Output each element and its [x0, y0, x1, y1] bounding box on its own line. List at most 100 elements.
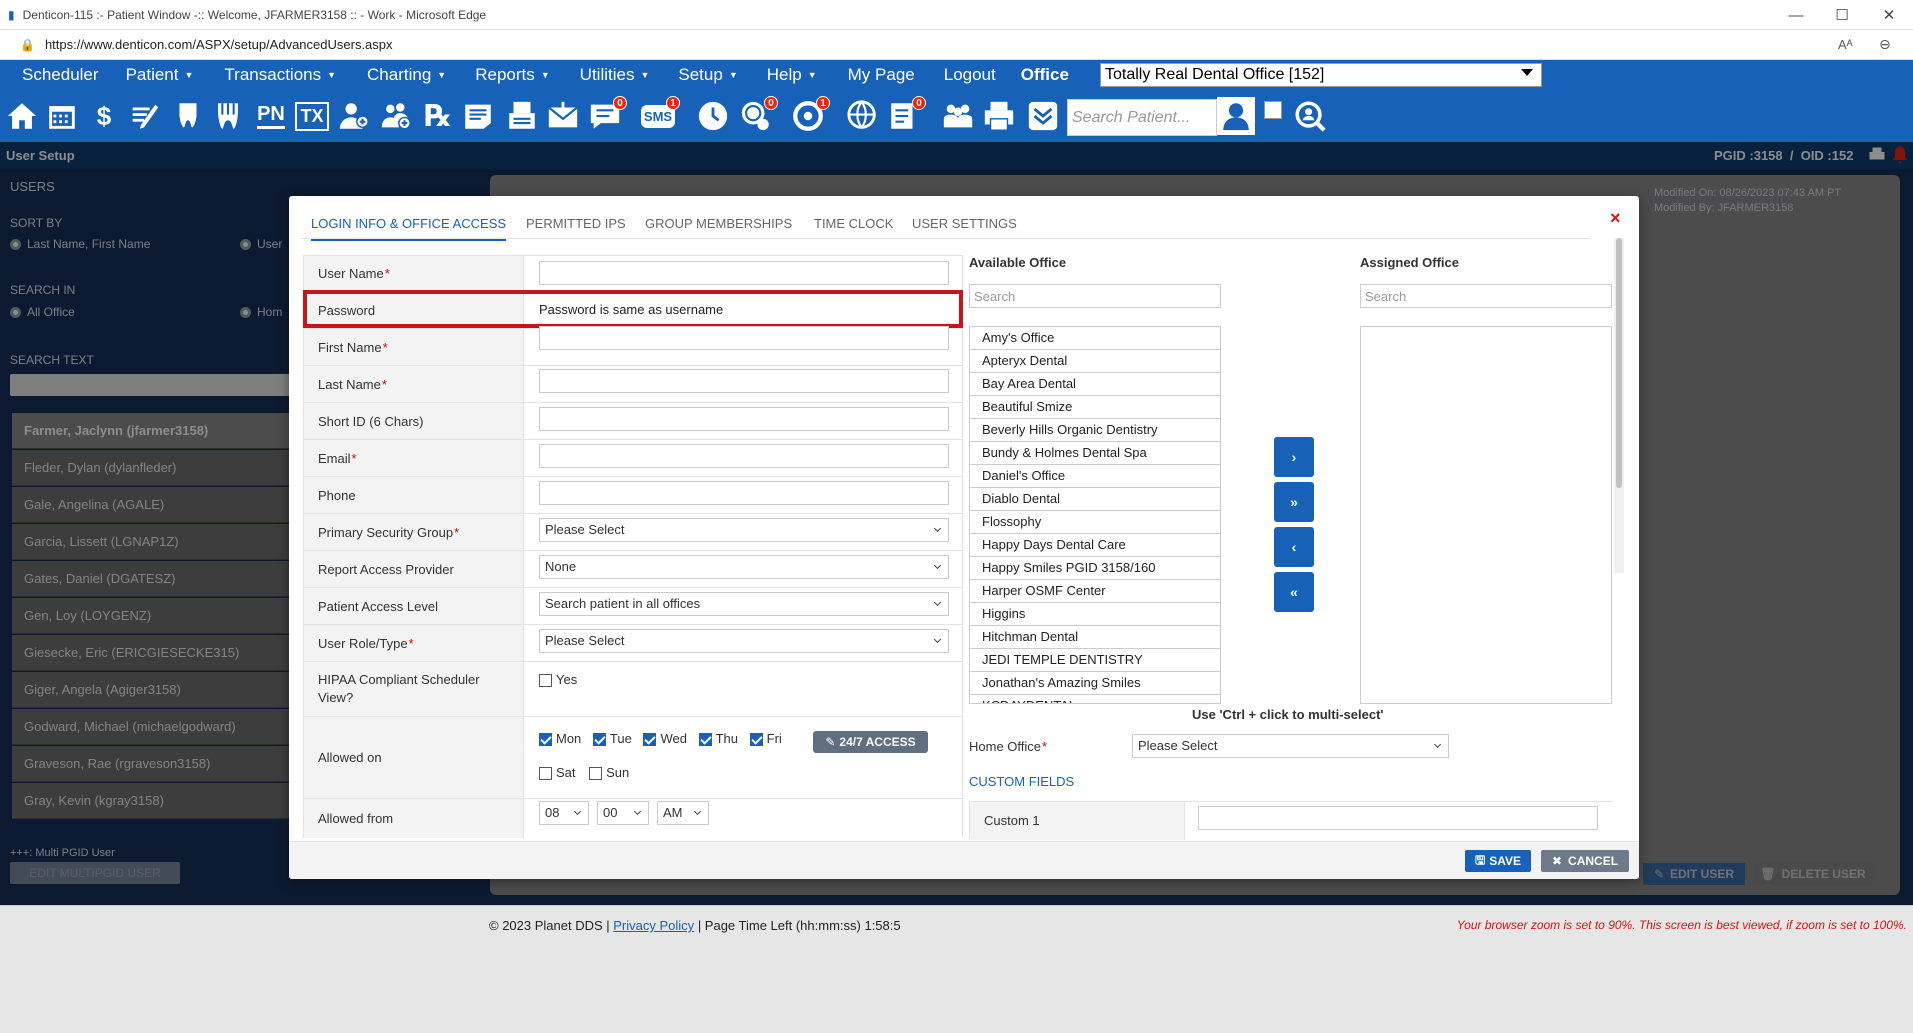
tx-icon[interactable]: TX	[294, 98, 330, 134]
office-list-item[interactable]: Beautiful Smize	[970, 396, 1220, 419]
prescription-icon[interactable]: ℞	[420, 98, 456, 134]
collapse-icon[interactable]	[1025, 98, 1061, 134]
patient-access-select[interactable]: Search patient in all offices	[539, 592, 949, 616]
sms-icon[interactable]: SMS 1	[640, 96, 680, 134]
minimize-button[interactable]: —	[1773, 0, 1819, 30]
pn-icon[interactable]: PN	[253, 98, 289, 134]
url-field[interactable]: https://www.denticon.com/ASPX/setup/Adva…	[45, 37, 393, 52]
menu-transactions[interactable]: Transactions ▼	[204, 65, 347, 85]
tab-time-clock[interactable]: TIME CLOCK	[814, 216, 893, 231]
charting-pen-icon[interactable]	[126, 98, 162, 134]
search-mode-checkbox[interactable]	[1264, 101, 1282, 119]
day-wed-checkbox[interactable]: Wed	[643, 731, 687, 747]
menu-charting[interactable]: Charting ▼	[347, 65, 457, 85]
read-aloud-icon[interactable]: Aᴬ	[1838, 37, 1853, 52]
from-hour-select[interactable]: 08	[539, 801, 589, 825]
from-minute-select[interactable]: 00	[597, 801, 649, 825]
from-ampm-select[interactable]: AM	[657, 801, 709, 825]
globe-icon[interactable]	[845, 98, 881, 134]
office-list-item[interactable]: Bay Area Dental	[970, 373, 1220, 396]
office-list-item[interactable]: Apteryx Dental	[970, 350, 1220, 373]
search-users-icon[interactable]	[1292, 98, 1328, 134]
print-icon[interactable]	[981, 98, 1017, 134]
day-fri-checkbox[interactable]: Fri	[749, 731, 782, 747]
move-all-right-button[interactable]: »	[1274, 482, 1314, 522]
day-sat-checkbox[interactable]: Sat	[539, 765, 576, 781]
office-list-item[interactable]: Daniel's Office	[970, 465, 1220, 488]
office-list-item[interactable]: Amy's Office	[970, 327, 1220, 350]
access-247-button[interactable]: ✎ 24/7 ACCESS	[813, 731, 928, 753]
search-patient-input[interactable]: Search Patient...	[1067, 99, 1217, 136]
modal-scrollbar[interactable]	[1614, 238, 1624, 573]
zoom-icon[interactable]: ⊖	[1879, 36, 1891, 53]
day-mon-checkbox[interactable]: Mon	[539, 731, 581, 747]
firstname-input[interactable]	[539, 326, 949, 350]
custom1-input[interactable]	[1198, 806, 1598, 830]
tab-permitted-ips[interactable]: PERMITTED IPS	[526, 216, 626, 231]
menu-utilities[interactable]: Utilities ▼	[561, 65, 661, 85]
tab-group-memberships[interactable]: GROUP MEMBERSHIPS	[645, 216, 792, 231]
assigned-office-list[interactable]	[1360, 326, 1612, 704]
office-list-item[interactable]: JEDI TEMPLE DENTISTRY	[970, 649, 1220, 672]
phone-input[interactable]	[539, 481, 949, 505]
email-input[interactable]	[539, 444, 949, 468]
home-office-select[interactable]: Please Select	[1132, 734, 1449, 758]
alerts-icon[interactable]: 0	[738, 96, 778, 134]
menu-reports[interactable]: Reports ▼	[457, 65, 560, 85]
menu-setup[interactable]: Setup ▼	[660, 65, 748, 85]
available-office-search[interactable]: Search	[969, 284, 1221, 308]
notes-icon[interactable]	[460, 98, 496, 134]
day-tue-checkbox[interactable]: Tue	[592, 731, 632, 747]
menu-scheduler[interactable]: Scheduler	[11, 65, 115, 85]
close-window-button[interactable]: ✕	[1866, 0, 1912, 30]
messages-icon[interactable]: 0	[587, 96, 627, 134]
move-all-left-button[interactable]: «	[1274, 572, 1314, 612]
maximize-button[interactable]: ☐	[1819, 0, 1865, 30]
recall-icon[interactable]: 1	[790, 96, 830, 134]
tooth-icon[interactable]	[170, 98, 206, 134]
menu-logout[interactable]: Logout	[926, 65, 1007, 85]
user-role-select[interactable]: Please Select	[539, 629, 949, 653]
tasks-icon[interactable]: 0	[886, 96, 926, 134]
group-icon[interactable]	[940, 98, 976, 134]
email-icon[interactable]	[545, 98, 581, 134]
day-sun-checkbox[interactable]: Sun	[589, 765, 629, 781]
menu-patient[interactable]: Patient ▼	[115, 65, 205, 85]
office-list-item[interactable]: Happy Smiles PGID 3158/160	[970, 557, 1220, 580]
calendar-icon[interactable]	[44, 98, 80, 134]
add-family-icon[interactable]	[378, 98, 414, 134]
office-select[interactable]: Totally Real Dental Office [152]	[1100, 63, 1542, 87]
shortid-input[interactable]	[539, 407, 949, 431]
office-list-item[interactable]: Higgins	[970, 603, 1220, 626]
move-selected-right-button[interactable]: ›	[1274, 437, 1314, 477]
move-selected-left-button[interactable]: ‹	[1274, 527, 1314, 567]
username-input[interactable]	[539, 261, 949, 285]
hipaa-yes-checkbox[interactable]: Yes	[539, 672, 577, 688]
office-list-item[interactable]: Happy Days Dental Care	[970, 534, 1220, 557]
assigned-office-search[interactable]: Search	[1360, 284, 1612, 308]
day-thu-checkbox[interactable]: Thu	[698, 731, 738, 747]
add-patient-icon[interactable]	[336, 98, 372, 134]
save-button[interactable]: 🖫 SAVE	[1465, 850, 1531, 872]
primary-group-select[interactable]: Please Select	[539, 518, 949, 542]
office-list-item[interactable]: Flossophy	[970, 511, 1220, 534]
report-access-select[interactable]: None	[539, 555, 949, 579]
menu-my-page[interactable]: My Page	[828, 65, 926, 85]
office-list-item[interactable]: Beverly Hills Organic Dentistry	[970, 419, 1220, 442]
lastname-input[interactable]	[539, 369, 949, 393]
cancel-button[interactable]: ✖ CANCEL	[1541, 850, 1629, 872]
menu-help[interactable]: Help ▼	[749, 65, 828, 85]
home-icon[interactable]	[4, 98, 40, 134]
office-list-item[interactable]: Diablo Dental	[970, 488, 1220, 511]
office-list-item[interactable]: KCDAYDENTAL	[970, 695, 1220, 703]
privacy-policy-link[interactable]: Privacy Policy	[613, 918, 694, 933]
available-office-list[interactable]: Amy's Office Apteryx Dental Bay Area Denta…	[969, 326, 1221, 704]
fax-icon[interactable]	[504, 98, 540, 134]
office-list-item[interactable]: Hitchman Dental	[970, 626, 1220, 649]
clock-icon[interactable]	[695, 98, 731, 134]
dollar-icon[interactable]: $	[86, 98, 122, 134]
office-list-item[interactable]: Jonathan's Amazing Smiles	[970, 672, 1220, 695]
office-list-item[interactable]: Bundy & Holmes Dental Spa	[970, 442, 1220, 465]
tab-user-settings[interactable]: USER SETTINGS	[912, 216, 1017, 231]
teeth-icon[interactable]	[210, 98, 246, 134]
